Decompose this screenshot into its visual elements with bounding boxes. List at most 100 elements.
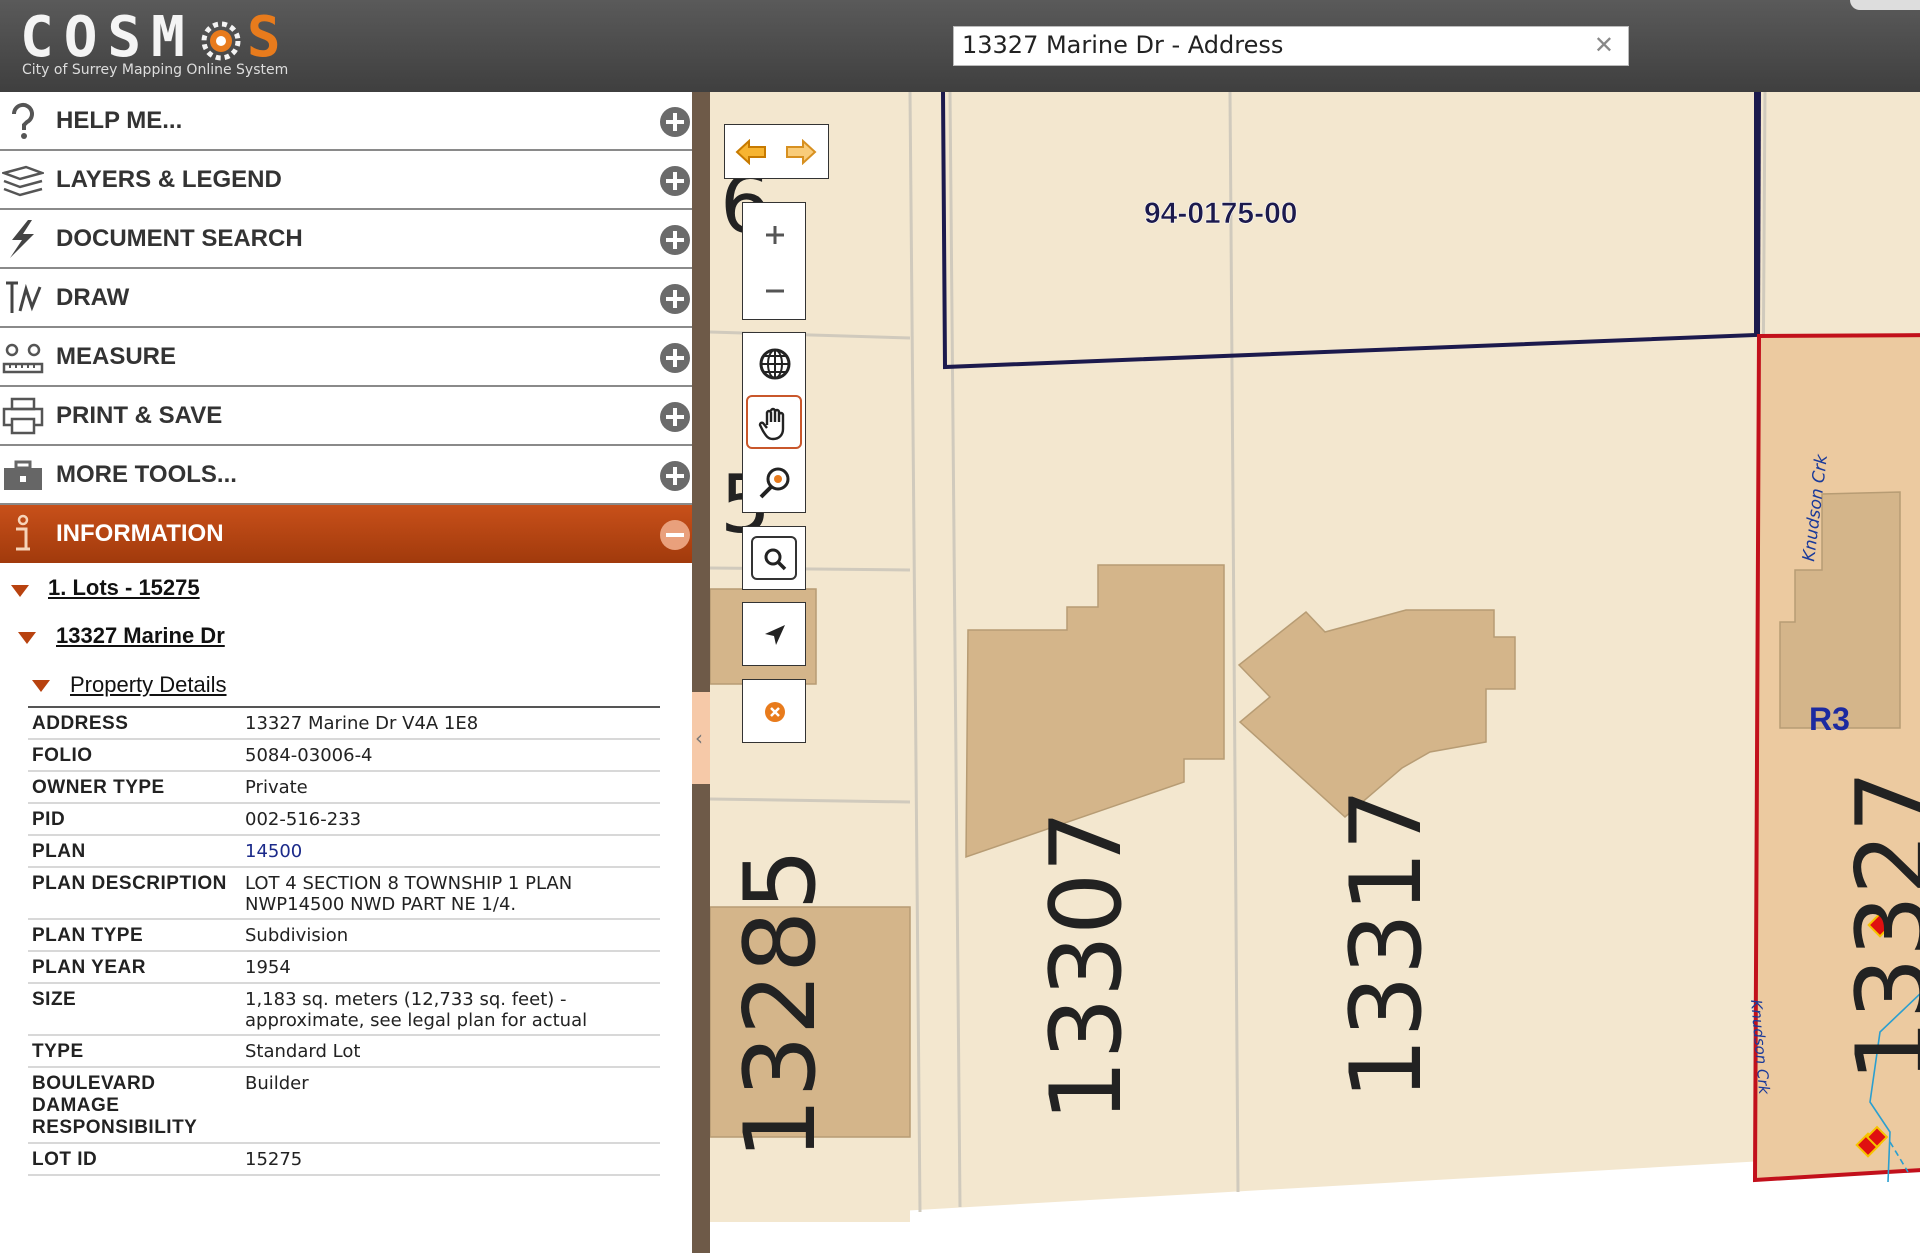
property-row: LOT ID 15275 xyxy=(28,1143,660,1176)
back-arrow-icon[interactable] xyxy=(735,139,769,165)
property-row: PLAN YEAR 1954 xyxy=(28,951,660,984)
lot-label-13317: 13317 xyxy=(1330,788,1444,1100)
expand-triangle-icon[interactable] xyxy=(18,632,36,644)
menu-print-save-label: PRINT & SAVE xyxy=(56,402,223,429)
lot-label-13307: 13307 xyxy=(1030,810,1144,1122)
clear-icon xyxy=(765,702,785,722)
menu-draw-label: DRAW xyxy=(56,284,130,311)
property-key: LOT ID xyxy=(28,1143,241,1176)
search-map-button[interactable] xyxy=(742,526,806,590)
cosmos-logo[interactable]: COSM S xyxy=(20,8,291,68)
menu-help-label: HELP ME... xyxy=(56,107,183,134)
property-key: PLAN TYPE xyxy=(28,919,241,952)
map-canvas[interactable]: 6 5 13285 13307 13317 13327 94-0175-00 R… xyxy=(710,92,1920,1253)
menu-help[interactable]: HELP ME... xyxy=(0,92,692,151)
menu-measure[interactable]: MEASURE xyxy=(0,328,692,387)
clear-search-icon[interactable]: ✕ xyxy=(1594,31,1614,59)
property-key: PLAN YEAR xyxy=(28,951,241,984)
expand-plus-icon[interactable] xyxy=(660,107,690,137)
search-box: ✕ xyxy=(953,26,1629,66)
expand-plus-icon[interactable] xyxy=(660,343,690,373)
expand-plus-icon[interactable] xyxy=(660,166,690,196)
property-value: Builder xyxy=(241,1067,660,1144)
menu-draw[interactable]: DRAW xyxy=(0,269,692,328)
chevron-left-icon: ‹ xyxy=(695,726,703,750)
zoom-area-icon[interactable] xyxy=(757,465,793,501)
zoom-out-icon[interactable] xyxy=(763,279,787,303)
info-icon xyxy=(16,514,30,551)
property-row: TYPE Standard Lot xyxy=(28,1035,660,1068)
logo-subtitle: City of Surrey Mapping Online System xyxy=(22,62,289,78)
property-value: 1,183 sq. meters (12,733 sq. feet) - app… xyxy=(241,983,660,1036)
printer-icon xyxy=(2,397,44,435)
property-value: 13327 Marine Dr V4A 1E8 xyxy=(241,706,660,740)
collapse-minus-icon[interactable] xyxy=(660,520,690,550)
menu-layers-label: LAYERS & LEGEND xyxy=(56,166,282,193)
property-value: Private xyxy=(241,771,660,804)
property-key: PID xyxy=(28,803,241,836)
globe-icon[interactable] xyxy=(758,347,792,381)
gear-logo-icon xyxy=(201,21,241,61)
parcel-id-label: 94-0175-00 xyxy=(1144,197,1297,230)
menu-layers-legend[interactable]: LAYERS & LEGEND xyxy=(0,151,692,210)
sidebar-panel: HELP ME... LAYERS & LEGEND DOCUMENT SEAR… xyxy=(0,92,692,1253)
pan-hand-icon xyxy=(758,407,785,441)
locate-arrow-icon xyxy=(765,625,785,645)
menu-measure-label: MEASURE xyxy=(56,343,177,370)
property-key: PLAN xyxy=(28,835,241,868)
property-row: SIZE 1,183 sq. meters (12,733 sq. feet) -… xyxy=(28,983,660,1036)
tree-node-property-details[interactable]: Property Details xyxy=(70,672,227,698)
property-key: OWNER TYPE xyxy=(28,771,241,804)
menu-print-save[interactable]: PRINT & SAVE xyxy=(0,387,692,446)
search-icon xyxy=(764,548,787,571)
lightning-icon xyxy=(10,220,34,258)
panel-splitter[interactable] xyxy=(692,92,710,1253)
expand-plus-icon[interactable] xyxy=(660,461,690,491)
property-key: PLAN DESCRIPTION xyxy=(28,867,241,920)
plan-link[interactable]: 14500 xyxy=(245,841,302,862)
measure-icon xyxy=(2,343,44,374)
expand-plus-icon[interactable] xyxy=(660,402,690,432)
draw-icon xyxy=(6,281,42,313)
logo-text-left: COSM xyxy=(20,5,195,70)
property-value: Standard Lot xyxy=(241,1035,660,1068)
tree-node-address[interactable]: 13327 Marine Dr xyxy=(56,623,225,649)
property-key: BOULEVARD DAMAGE RESPONSIBILITY xyxy=(28,1067,241,1144)
map-view[interactable]: 6 5 13285 13307 13317 13327 94-0175-00 R… xyxy=(710,92,1920,1253)
collapse-panel-tab[interactable]: ‹ xyxy=(692,692,710,784)
forward-arrow-icon[interactable] xyxy=(783,139,817,165)
property-row: BOULEVARD DAMAGE RESPONSIBILITY Builder xyxy=(28,1067,660,1144)
expand-plus-icon[interactable] xyxy=(660,284,690,314)
zoom-controls xyxy=(742,202,806,320)
property-row: PLAN 14500 xyxy=(28,835,660,868)
property-key: SIZE xyxy=(28,983,241,1036)
zoning-label: R3 xyxy=(1809,701,1850,737)
menu-document-search[interactable]: DOCUMENT SEARCH xyxy=(0,210,692,269)
expand-triangle-icon[interactable] xyxy=(32,680,50,692)
property-value: 1954 xyxy=(241,951,660,984)
property-key: ADDRESS xyxy=(28,706,241,740)
property-value: 002-516-233 xyxy=(241,803,660,836)
menu-information[interactable]: INFORMATION xyxy=(0,505,692,563)
search-input[interactable] xyxy=(954,27,1570,63)
expand-triangle-icon[interactable] xyxy=(11,585,29,597)
locate-button[interactable] xyxy=(742,602,806,666)
property-row: ADDRESS 13327 Marine Dr V4A 1E8 xyxy=(28,706,660,740)
property-row: FOLIO 5084-03006-4 xyxy=(28,739,660,772)
property-row: PID 002-516-233 xyxy=(28,803,660,836)
property-row: PLAN DESCRIPTION LOT 4 SECTION 8 TOWNSHIP… xyxy=(28,867,660,920)
search-map-frame xyxy=(751,536,797,580)
menu-information-label: INFORMATION xyxy=(56,520,224,547)
menu-more-tools[interactable]: MORE TOOLS... xyxy=(0,446,692,505)
expand-plus-icon[interactable] xyxy=(660,225,690,255)
property-value: LOT 4 SECTION 8 TOWNSHIP 1 PLAN NWP14500… xyxy=(241,867,660,920)
layers-icon xyxy=(2,165,44,197)
lot-label-13327: 13327 xyxy=(1836,770,1920,1082)
navigation-tools xyxy=(742,332,806,513)
property-details-table: ADDRESS 13327 Marine Dr V4A 1E8 FOLIO 5084-… xyxy=(28,706,660,1176)
pan-hand-button[interactable] xyxy=(746,395,802,449)
tree-node-lots[interactable]: 1. Lots - 15275 xyxy=(48,575,200,601)
zoom-in-icon[interactable] xyxy=(763,223,787,247)
clear-map-button[interactable] xyxy=(742,679,806,743)
property-value: 15275 xyxy=(241,1143,660,1176)
